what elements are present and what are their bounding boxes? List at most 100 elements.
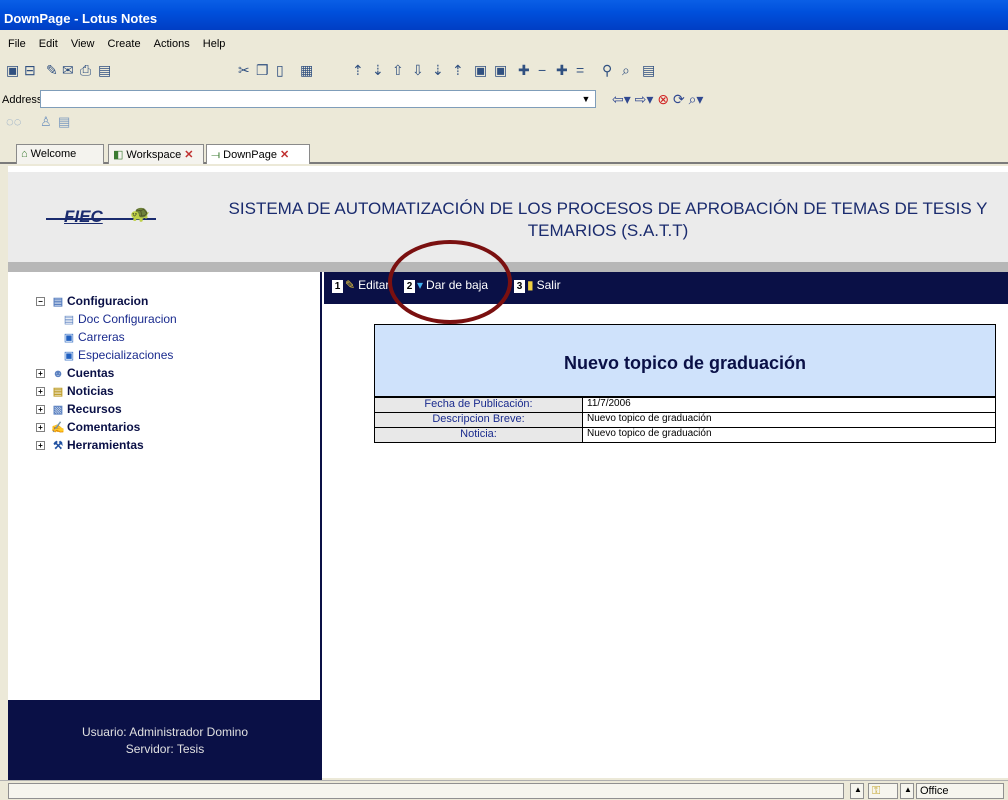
- address-input[interactable]: [40, 90, 596, 108]
- main-panel: 1 ✎ Editar 2 ▾ Dar de baja 3 ▮ Salir Nuevo top…: [324, 272, 1008, 778]
- chevron-down-icon[interactable]: ▼: [578, 91, 594, 107]
- expand-icon[interactable]: +: [36, 441, 45, 451]
- tab-workspace[interactable]: ◧ Workspace ✕: [108, 144, 204, 164]
- page-icon[interactable]: ▤: [98, 62, 111, 79]
- tab-strip: ⌂ Welcome ◧ Workspace ✕ ⟞ DownPage ✕: [0, 134, 1008, 164]
- tab-downpage[interactable]: ⟞ DownPage ✕: [206, 144, 310, 164]
- open-icon[interactable]: ⊟: [24, 62, 36, 79]
- reload-icon[interactable]: ⟳: [673, 91, 685, 107]
- print-icon[interactable]: ⎙: [80, 62, 91, 79]
- sidebar-item-cuentas[interactable]: + ☻ Cuentas: [36, 366, 177, 384]
- address-bar: Address ▼ ⇦▾ ⇨▾ ⊗ ⟳ ⌕▾: [0, 88, 1008, 110]
- menu-create[interactable]: Create: [108, 38, 141, 50]
- field-row-fecha: Fecha de Publicación: 11/7/2006: [375, 397, 995, 412]
- collapse-icon[interactable]: −: [36, 297, 45, 307]
- field-value: 11/7/2006: [587, 398, 631, 409]
- collapse-all-icon[interactable]: =: [576, 62, 584, 78]
- menu-view[interactable]: View: [71, 38, 95, 50]
- mail-icon[interactable]: ✉: [62, 62, 74, 79]
- edit-button[interactable]: 1 ✎ Editar: [332, 278, 389, 298]
- location-status[interactable]: Office: [916, 783, 1004, 799]
- resource-icon: ▧: [52, 404, 64, 417]
- expand-icon[interactable]: +: [36, 387, 45, 397]
- chevron-up-icon[interactable]: ▲: [900, 783, 914, 799]
- user-line: Usuario: Administrador Domino: [81, 725, 249, 739]
- chat-icon[interactable]: ◌◌: [6, 114, 21, 129]
- exit-icon: ▮: [527, 278, 534, 292]
- page-header: FIEC 🐢 SISTEMA DE AUTOMATIZACIÓN DE LOS …: [8, 172, 1008, 262]
- person-icon[interactable]: ♙: [40, 114, 52, 130]
- field-label: Descripcion Breve:: [375, 413, 583, 427]
- address-label: Address: [2, 94, 43, 106]
- expand-icon[interactable]: +: [36, 369, 45, 379]
- tab-welcome[interactable]: ⌂ Welcome: [16, 144, 104, 164]
- salir-button[interactable]: 3 ▮ Salir: [514, 278, 561, 298]
- list-icon[interactable]: ▤: [58, 114, 70, 130]
- sidebar: − ▤ Configuracion ▤ Doc Configuracion ▣ Carr…: [8, 272, 322, 780]
- search-icon[interactable]: ⌕: [622, 62, 630, 79]
- unread-next-icon[interactable]: ⇣: [432, 62, 444, 79]
- document-area: FIEC 🐢 SISTEMA DE AUTOMATIZACIÓN DE LOS …: [8, 166, 1008, 780]
- find-icon[interactable]: ⚲: [602, 62, 612, 79]
- nav-up-icon[interactable]: ⇧: [392, 62, 404, 79]
- menu-file[interactable]: File: [8, 38, 26, 50]
- preview-icon[interactable]: ▤: [642, 62, 655, 79]
- sidebar-item-doc-configuracion[interactable]: ▤ Doc Configuracion: [36, 312, 177, 330]
- stop-icon[interactable]: ⊗: [657, 91, 669, 107]
- expand-icon[interactable]: +: [36, 405, 45, 415]
- back-icon[interactable]: ⇦▾: [612, 91, 631, 107]
- expand-icon[interactable]: ✚: [518, 62, 530, 79]
- save-icon[interactable]: ▣: [6, 62, 19, 79]
- expand-all-icon[interactable]: ✚: [556, 62, 568, 79]
- menu-actions[interactable]: Actions: [154, 38, 190, 50]
- navigation-tree: − ▤ Configuracion ▤ Doc Configuracion ▣ Carr…: [36, 294, 177, 456]
- chevron-up-icon[interactable]: ▲: [850, 783, 864, 799]
- menu-bar: File Edit View Create Actions Help: [0, 38, 1008, 56]
- close-icon[interactable]: ✕: [184, 149, 193, 161]
- clipboard-icon[interactable]: ▦: [300, 62, 313, 79]
- refresh-icon[interactable]: ▣: [494, 62, 507, 79]
- paste-icon[interactable]: ▯: [276, 62, 284, 79]
- home-icon: ⌂: [21, 148, 28, 160]
- sidebar-item-carreras[interactable]: ▣ Carreras: [36, 330, 177, 348]
- sidebar-item-noticias[interactable]: + ▤ Noticias: [36, 384, 177, 402]
- cut-icon[interactable]: ✂: [238, 62, 250, 79]
- pencil-icon: ✎: [345, 278, 356, 292]
- menu-edit[interactable]: Edit: [39, 38, 58, 50]
- view-icon: ▣: [63, 332, 75, 345]
- view-icon[interactable]: ▣: [474, 62, 487, 79]
- main-toolbar: ▣ ⊟ ✎ ✉ ⎙ ▤ ✂ ❐ ▯ ▦ ⇡ ⇣ ⇧ ⇩ ⇣ ⇡ ▣ ▣ ✚ − …: [0, 58, 1008, 82]
- nav-down-icon[interactable]: ⇩: [412, 62, 424, 79]
- key-icon[interactable]: ⚿: [868, 783, 898, 799]
- news-icon: ▤: [52, 386, 64, 399]
- document-icon: ▤: [52, 296, 64, 309]
- unread-prev-icon[interactable]: ⇡: [452, 62, 464, 79]
- search-web-icon[interactable]: ⌕▾: [689, 91, 704, 107]
- field-label: Fecha de Publicación:: [375, 398, 583, 412]
- database-icon: ⟞: [211, 149, 221, 161]
- sidebar-item-recursos[interactable]: + ▧ Recursos: [36, 402, 177, 420]
- edit-icon[interactable]: ✎: [46, 62, 58, 79]
- users-icon: ☻: [52, 367, 64, 380]
- page-title: SISTEMA DE AUTOMATIZACIÓN DE LOS PROCESO…: [228, 199, 988, 240]
- nav-first-icon[interactable]: ⇡: [352, 62, 364, 79]
- comment-icon: ✍: [51, 422, 65, 435]
- sidebar-item-configuracion[interactable]: − ▤ Configuracion: [36, 294, 177, 312]
- document-title: Nuevo topico de graduación: [375, 325, 995, 397]
- close-icon[interactable]: ✕: [280, 149, 289, 161]
- menu-help[interactable]: Help: [203, 38, 226, 50]
- forward-icon[interactable]: ⇨▾: [635, 91, 654, 107]
- navigation-controls: ⇦▾ ⇨▾ ⊗ ⟳ ⌕▾: [612, 91, 703, 108]
- collapse-icon[interactable]: −: [538, 62, 546, 78]
- field-row-descripcion: Descripcion Breve: Nuevo topico de gradu…: [375, 412, 995, 427]
- copy-icon[interactable]: ❐: [256, 62, 269, 79]
- nav-next-icon[interactable]: ⇣: [372, 62, 384, 79]
- sidebar-item-especializaciones[interactable]: ▣ Especializaciones: [36, 348, 177, 366]
- sidebar-item-herramientas[interactable]: + ⚒ Herramientas: [36, 438, 177, 456]
- expand-icon[interactable]: +: [36, 423, 45, 433]
- turtle-icon: 🐢: [130, 206, 150, 223]
- sidebar-item-comentarios[interactable]: + ✍ Comentarios: [36, 420, 177, 438]
- field-label: Noticia:: [375, 428, 583, 442]
- news-document: Nuevo topico de graduación Fecha de Publ…: [374, 324, 996, 443]
- status-message: [8, 783, 844, 799]
